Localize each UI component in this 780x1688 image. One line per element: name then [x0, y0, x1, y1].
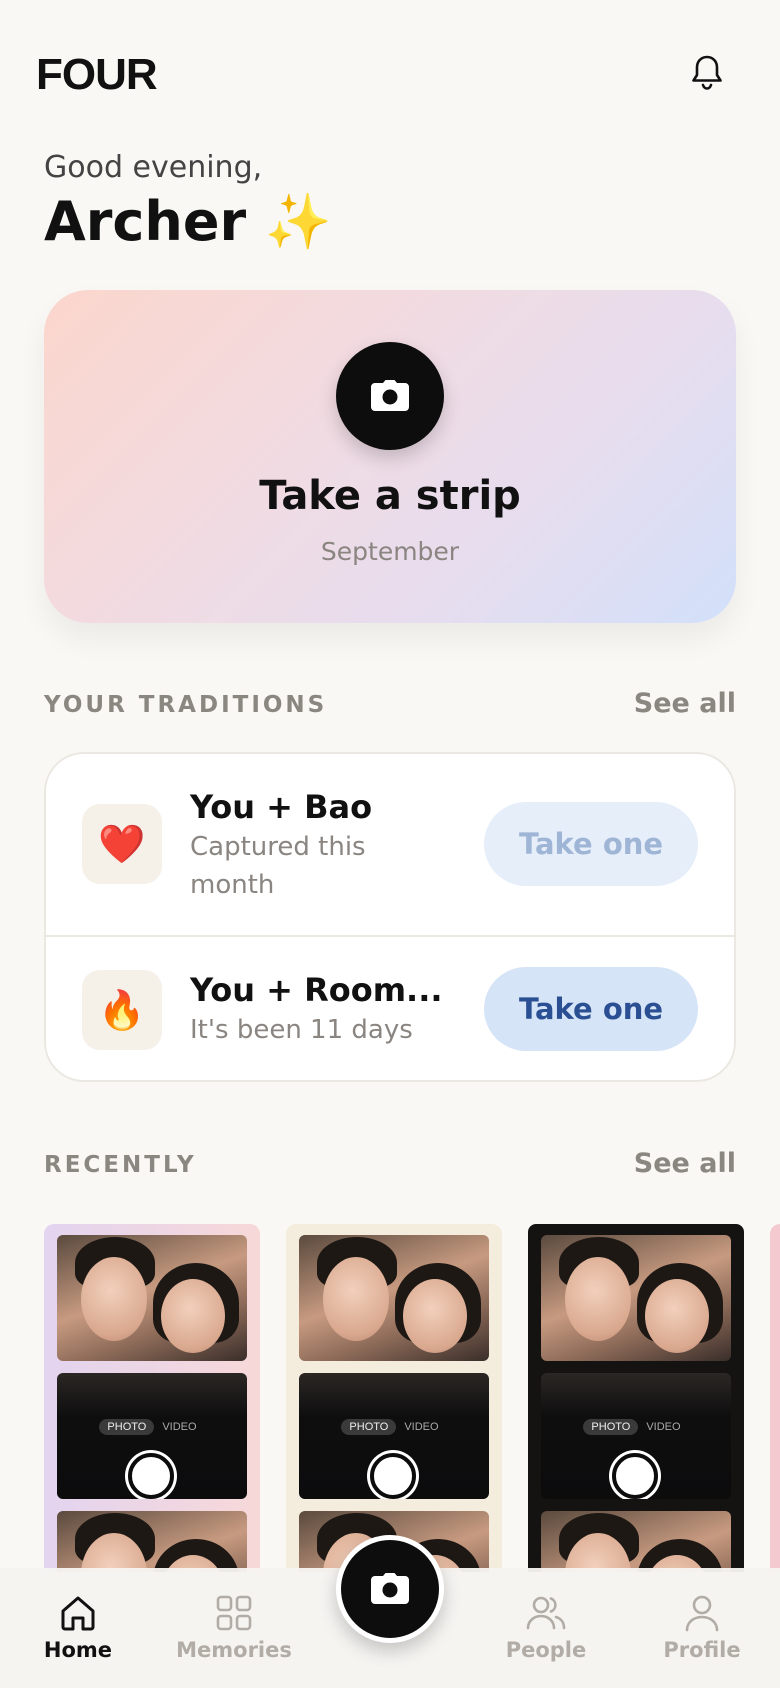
greeting-text: Good evening, [44, 150, 263, 185]
tradition-row[interactable]: ❤️ You + Bao Captured this month Take on… [46, 754, 734, 937]
take-one-button[interactable]: Take one [484, 967, 698, 1051]
photo-strip[interactable] [770, 1224, 780, 1572]
recently-see-all-link[interactable]: See all [634, 1148, 736, 1179]
strip-camera-frame: PHOTO VIDEO [57, 1373, 247, 1499]
traditions-label: YOUR TRADITIONS [44, 692, 328, 718]
tab-memories[interactable]: Memories [164, 1568, 304, 1688]
fire-icon: 🔥 [82, 970, 162, 1050]
take-one-button[interactable]: Take one [484, 802, 698, 886]
people-icon [526, 1596, 566, 1630]
recently-label: RECENTLY [44, 1152, 197, 1178]
grid-icon [216, 1595, 252, 1631]
shutter-icon [370, 1453, 416, 1499]
tradition-title: You + Bao [190, 788, 373, 826]
tradition-subtitle: Captured this month [190, 832, 366, 900]
strip-camera-frame: PHOTO VIDEO [541, 1373, 731, 1499]
tab-profile[interactable]: Profile [632, 1568, 772, 1688]
strip-photo [57, 1511, 247, 1572]
shutter-icon [612, 1453, 658, 1499]
bell-icon[interactable] [686, 52, 728, 94]
camera-icon [371, 1573, 409, 1604]
home-icon [61, 1596, 95, 1631]
traditions-see-all-link[interactable]: See all [634, 688, 736, 719]
tab-label: People [505, 1638, 587, 1662]
tab-label: Home [43, 1638, 113, 1662]
hero-camera-button[interactable] [336, 342, 444, 450]
tradition-subtitle: It's been 11 days [190, 1015, 413, 1045]
take-strip-card[interactable]: Take a strip September [44, 290, 736, 623]
strip-photo [541, 1511, 731, 1572]
app-header: FOUR [0, 0, 780, 150]
hero-title: Take a strip [259, 473, 521, 519]
tab-label: Profile [663, 1638, 741, 1662]
photo-strip[interactable]: PHOTO VIDEO [528, 1224, 744, 1572]
photo-strip[interactable]: PHOTO VIDEO [44, 1224, 260, 1572]
tradition-title: You + Room... [190, 971, 443, 1009]
shutter-icon [128, 1453, 174, 1499]
camera-icon [371, 380, 409, 411]
user-name: Archer ✨ [44, 190, 333, 253]
hero-subtitle: September [320, 537, 460, 566]
heart-icon: ❤️ [82, 804, 162, 884]
person-icon [685, 1595, 719, 1632]
strip-photo [299, 1235, 489, 1361]
strip-camera-frame: PHOTO VIDEO [299, 1373, 489, 1499]
traditions-card: ❤️ You + Bao Captured this month Take on… [44, 752, 736, 1082]
strip-photo [57, 1235, 247, 1361]
tab-label: Memories [176, 1638, 292, 1662]
capture-button[interactable] [336, 1535, 444, 1643]
recent-strips-carousel[interactable]: PHOTO VIDEO PHOTO VIDEO PHOTO VIDEO [0, 1212, 780, 1572]
strip-photo [541, 1235, 731, 1361]
tab-people[interactable]: People [476, 1568, 616, 1688]
tradition-row[interactable]: 🔥 You + Room... It's been 11 days Take o… [46, 937, 734, 1080]
tab-home[interactable]: Home [8, 1568, 148, 1688]
app-logo: FOUR [36, 50, 158, 99]
photo-strip[interactable]: PHOTO VIDEO [286, 1224, 502, 1572]
